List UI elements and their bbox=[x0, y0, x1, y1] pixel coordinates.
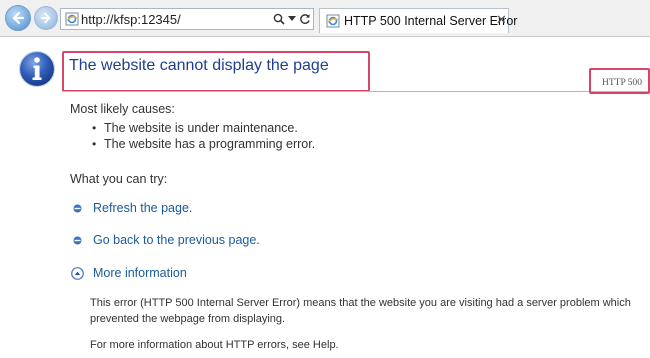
link-bullet-icon bbox=[73, 236, 82, 245]
more-info-text: prevented the webpage from displaying. bbox=[90, 313, 286, 325]
causes-heading: Most likely causes: bbox=[70, 102, 175, 116]
browser-toolbar: http://kfsp:12345/ HTTP 500 Internal Ser… bbox=[0, 0, 650, 37]
refresh-page-link[interactable]: Refresh the page. bbox=[93, 201, 192, 215]
help-text: For more information about HTTP errors, … bbox=[90, 339, 339, 351]
back-arrow-icon bbox=[12, 11, 25, 25]
search-icon[interactable] bbox=[272, 11, 286, 27]
back-button[interactable] bbox=[5, 5, 31, 31]
browser-tab[interactable]: HTTP 500 Internal Server Error ✕ bbox=[319, 8, 517, 33]
try-heading: What you can try: bbox=[70, 172, 168, 186]
cause-item: The website is under maintenance. bbox=[104, 121, 298, 135]
forward-arrow-icon bbox=[40, 12, 51, 24]
refresh-icon[interactable] bbox=[298, 11, 312, 27]
bullet-icon: • bbox=[92, 137, 97, 151]
chevron-down-icon[interactable] bbox=[287, 11, 297, 27]
page-icon bbox=[65, 12, 79, 26]
tab-title: HTTP 500 Internal Server Error bbox=[344, 14, 518, 28]
url-text[interactable]: http://kfsp:12345/ bbox=[81, 12, 181, 27]
bullet-icon: • bbox=[92, 121, 97, 135]
close-icon[interactable]: ✕ bbox=[496, 13, 507, 27]
link-bullet-icon bbox=[73, 204, 82, 213]
page-title: The website cannot display the page bbox=[69, 57, 329, 74]
info-icon bbox=[18, 50, 56, 88]
cause-item: The website has a programming error. bbox=[104, 137, 316, 151]
header-divider bbox=[62, 91, 650, 92]
collapse-chevron-icon[interactable] bbox=[71, 267, 84, 280]
go-back-link[interactable]: Go back to the previous page. bbox=[93, 233, 260, 247]
tab-page-icon bbox=[326, 14, 340, 28]
http-status-code: HTTP 500 bbox=[602, 78, 643, 88]
more-information-link[interactable]: More information bbox=[93, 266, 187, 280]
address-bar[interactable]: http://kfsp:12345/ bbox=[60, 8, 314, 30]
forward-button[interactable] bbox=[34, 6, 58, 30]
